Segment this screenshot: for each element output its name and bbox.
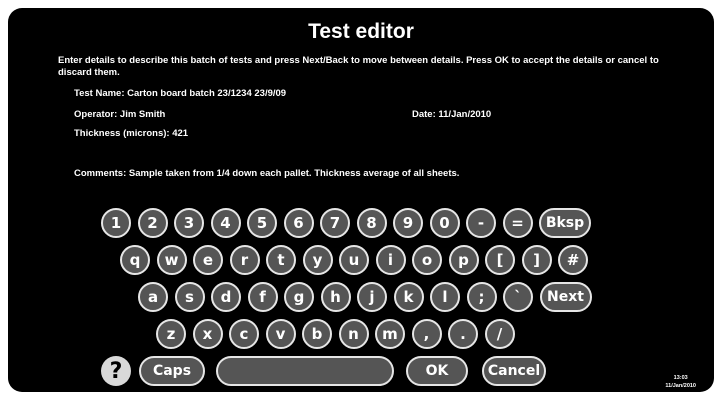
key-bksp[interactable]: Bksp — [539, 208, 591, 238]
key-i[interactable]: i — [375, 245, 406, 275]
key-backtick[interactable]: ` — [503, 282, 533, 312]
key-g[interactable]: g — [284, 282, 314, 312]
key-period[interactable]: . — [448, 319, 478, 349]
space-bar[interactable] — [216, 356, 394, 386]
key-v[interactable]: v — [265, 319, 296, 349]
keyboard-row-numbers: 1 2 3 4 5 6 7 8 9 0- = Bksp — [8, 208, 714, 238]
clock-time: 13:03 — [673, 375, 688, 381]
key-h[interactable]: h — [320, 282, 351, 312]
key-equals[interactable]: = — [502, 208, 533, 238]
key-c[interactable]: c — [229, 319, 259, 349]
key-e[interactable]: e — [193, 245, 223, 275]
thickness-field[interactable]: Thickness (microns): 421 — [74, 128, 188, 139]
date-field[interactable]: Date: 11/Jan/2010 — [412, 109, 491, 120]
test-name-field[interactable]: Test Name: Carton board batch 23/1234 23… — [74, 88, 286, 99]
test-editor-screen: Test editor Enter details to describe th… — [8, 8, 714, 392]
key-x[interactable]: x — [192, 319, 223, 349]
key-z[interactable]: z — [156, 319, 186, 349]
ok-button[interactable]: OK — [406, 356, 468, 386]
instructions-text: Enter details to describe this batch of … — [58, 55, 659, 78]
key-k[interactable]: k — [393, 282, 424, 312]
page-title: Test editor — [308, 20, 414, 43]
key-p[interactable]: p — [448, 245, 479, 275]
key-slash[interactable]: / — [484, 319, 515, 349]
key-hash[interactable]: # — [558, 245, 588, 275]
key-q[interactable]: q — [120, 245, 150, 275]
key-1[interactable]: 1 — [101, 208, 131, 238]
comments-field[interactable]: Comments: Sample taken from 1/4 down eac… — [74, 168, 459, 179]
key-t[interactable]: t — [266, 245, 296, 275]
key-m[interactable]: m — [375, 319, 405, 349]
key-r[interactable]: r — [229, 245, 260, 275]
key-u[interactable]: u — [339, 245, 369, 275]
key-y[interactable]: y — [302, 245, 333, 275]
key-7[interactable]: 7 — [320, 208, 350, 238]
operator-field[interactable]: Operator: Jim Smith — [74, 109, 165, 120]
key-l[interactable]: l — [430, 282, 460, 312]
keyboard-row-actions: ? Caps OK Cancel — [8, 356, 714, 386]
key-4[interactable]: 4 — [210, 208, 241, 238]
key-w[interactable]: w — [156, 245, 187, 275]
key-8[interactable]: 8 — [356, 208, 387, 238]
key-b[interactable]: b — [302, 319, 332, 349]
key-s[interactable]: s — [174, 282, 205, 312]
key-open-bracket[interactable]: [ — [485, 245, 515, 275]
key-comma[interactable]: , — [411, 319, 442, 349]
key-0[interactable]: 0 — [429, 208, 460, 238]
key-next[interactable]: Next — [539, 282, 592, 312]
key-6[interactable]: 6 — [283, 208, 314, 238]
keyboard-row-home: a s d f g h j k l; ` Next — [8, 282, 714, 312]
cancel-button[interactable]: Cancel — [482, 356, 546, 386]
help-icon[interactable]: ? — [101, 356, 131, 386]
key-a[interactable]: a — [138, 282, 168, 312]
clock-date: 11/Jan/2010 — [665, 383, 696, 389]
key-minus[interactable]: - — [466, 208, 496, 238]
keyboard-row-top: q w e r t y u i o p[] # — [8, 245, 714, 275]
key-d[interactable]: d — [211, 282, 241, 312]
key-n[interactable]: n — [338, 319, 369, 349]
key-o[interactable]: o — [412, 245, 442, 275]
key-f[interactable]: f — [247, 282, 278, 312]
key-j[interactable]: j — [357, 282, 387, 312]
clock: 13:03 11/Jan/2010 — [665, 374, 696, 390]
key-9[interactable]: 9 — [393, 208, 423, 238]
key-semicolon[interactable]: ; — [466, 282, 497, 312]
key-2[interactable]: 2 — [137, 208, 168, 238]
key-5[interactable]: 5 — [247, 208, 277, 238]
caps-button[interactable]: Caps — [139, 356, 205, 386]
key-3[interactable]: 3 — [174, 208, 204, 238]
keyboard-row-bottom: z x c v b n m,. / — [8, 319, 714, 349]
key-close-bracket[interactable]: ] — [521, 245, 552, 275]
